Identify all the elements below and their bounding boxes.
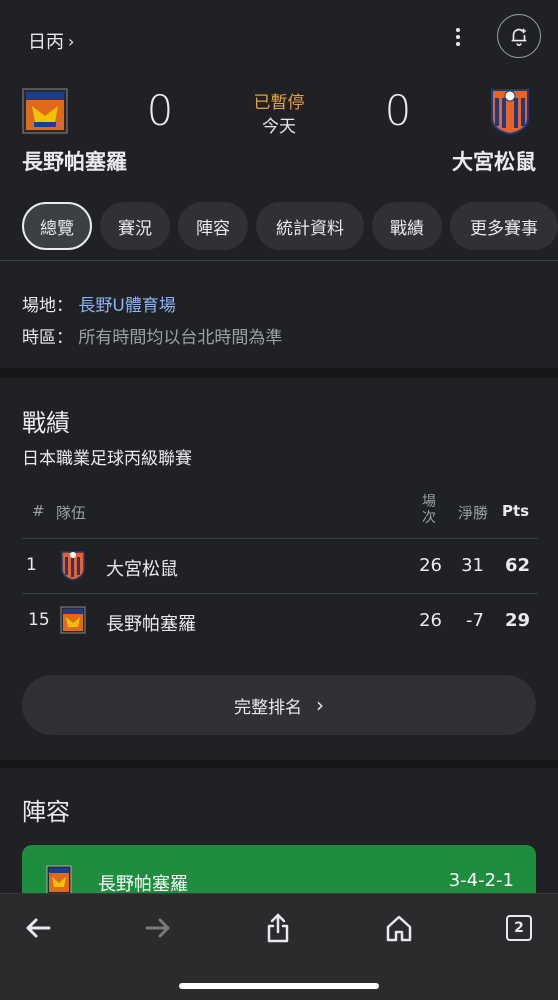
match-date: 今天 — [262, 117, 296, 137]
full-standings-label: 完整排名 — [234, 697, 302, 718]
chevron-right-icon: › — [68, 31, 75, 51]
tab-stats[interactable]: 統計資料 — [256, 202, 364, 250]
row-played: 26 — [419, 610, 442, 631]
home-team-crest-icon[interactable] — [22, 88, 68, 134]
venue-link[interactable]: 長野U體育場 — [78, 296, 175, 316]
house-icon — [386, 915, 412, 942]
tab-live[interactable]: 賽況 — [100, 202, 170, 250]
arrow-right-icon — [145, 918, 170, 938]
table-row[interactable]: 1 大宮松鼠 26 31 62 — [22, 539, 538, 593]
notification-bell-button[interactable] — [497, 14, 541, 58]
back-button[interactable] — [18, 908, 58, 948]
row-team: 大宮松鼠 — [106, 559, 178, 580]
home-team-name[interactable]: 長野帕塞羅 — [22, 146, 127, 176]
header-team: 隊伍 — [56, 504, 87, 522]
divider — [0, 260, 558, 261]
league-link[interactable]: 日丙 › — [28, 28, 74, 54]
row-points: 62 — [504, 555, 530, 576]
tab-lineups-label: 陣容 — [196, 218, 230, 239]
tab-overview[interactable]: 總覽 — [22, 202, 92, 250]
home-score: 0 — [146, 86, 174, 135]
header-rank: # — [32, 502, 45, 520]
tab-more-matches-label: 更多賽事 — [470, 218, 538, 239]
match-tabs: 總覽 賽況 陣容 統計資料 戰績 更多賽事 — [0, 202, 558, 252]
share-icon — [267, 913, 289, 943]
row-rank: 1 — [26, 555, 37, 575]
tab-more-matches[interactable]: 更多賽事 — [450, 202, 558, 250]
header-points: Pts — [502, 502, 530, 520]
tab-standings-label: 戰績 — [390, 218, 424, 239]
arrow-left-icon — [26, 918, 51, 938]
row-goal-diff: -7 — [466, 610, 484, 631]
header-goal-diff: 淨勝 — [458, 504, 489, 522]
chevron-right-icon: › — [316, 693, 324, 717]
row-goal-diff: 31 — [461, 555, 484, 576]
timezone-value: 所有時間均以台北時間為準 — [78, 328, 283, 348]
match-status: 已暫停 — [253, 93, 305, 113]
forward-button[interactable] — [138, 908, 178, 948]
nagano-crest-icon — [46, 865, 72, 895]
tabs-button[interactable]: 2 — [499, 908, 539, 948]
venue-row: 場地： 長野U體育場 — [22, 291, 176, 316]
header-played: 場次 — [422, 494, 436, 526]
tab-standings[interactable]: 戰績 — [372, 202, 442, 250]
bell-add-icon — [511, 28, 527, 46]
standings-title: 戰績 — [22, 409, 70, 437]
section-separator — [0, 760, 558, 768]
tab-lineups[interactable]: 陣容 — [178, 202, 248, 250]
tab-overview-label: 總覽 — [40, 218, 74, 239]
share-button[interactable] — [258, 908, 298, 948]
row-rank: 15 — [28, 610, 50, 630]
home-indicator — [179, 983, 379, 989]
scoreboard: 0 已暫停 今天 0 長野帕塞羅 大宮松鼠 — [0, 80, 558, 190]
away-team-name[interactable]: 大宮松鼠 — [452, 146, 536, 176]
tabs-count: 2 — [514, 920, 524, 936]
tab-stats-label: 統計資料 — [276, 218, 344, 239]
row-played: 26 — [419, 555, 442, 576]
home-button[interactable] — [379, 908, 419, 948]
away-team-crest-icon[interactable] — [489, 86, 531, 136]
timezone-row: 時區： 所有時間均以台北時間為準 — [22, 323, 282, 348]
row-points: 29 — [504, 610, 530, 631]
league-link-label: 日丙 — [28, 32, 64, 53]
lineup-title: 陣容 — [22, 798, 70, 826]
full-standings-button[interactable]: 完整排名 › — [22, 675, 536, 735]
nagano-crest-icon — [60, 606, 86, 634]
omiya-crest-icon — [61, 551, 85, 581]
lineup-formation: 3-4-2-1 — [448, 870, 514, 891]
venue-label: 場地： — [22, 296, 73, 316]
timezone-label: 時區： — [22, 328, 73, 348]
tab-live-label: 賽況 — [118, 218, 152, 239]
away-score: 0 — [384, 86, 412, 135]
table-row[interactable]: 15 長野帕塞羅 26 -7 29 — [22, 594, 538, 648]
top-bar: 日丙 › — [0, 0, 558, 80]
section-separator — [0, 368, 558, 378]
more-options-icon[interactable] — [448, 24, 468, 50]
row-team: 長野帕塞羅 — [106, 614, 196, 635]
tabs-count-icon: 2 — [506, 915, 532, 941]
standings-league[interactable]: 日本職業足球丙級聯賽 — [22, 444, 192, 469]
